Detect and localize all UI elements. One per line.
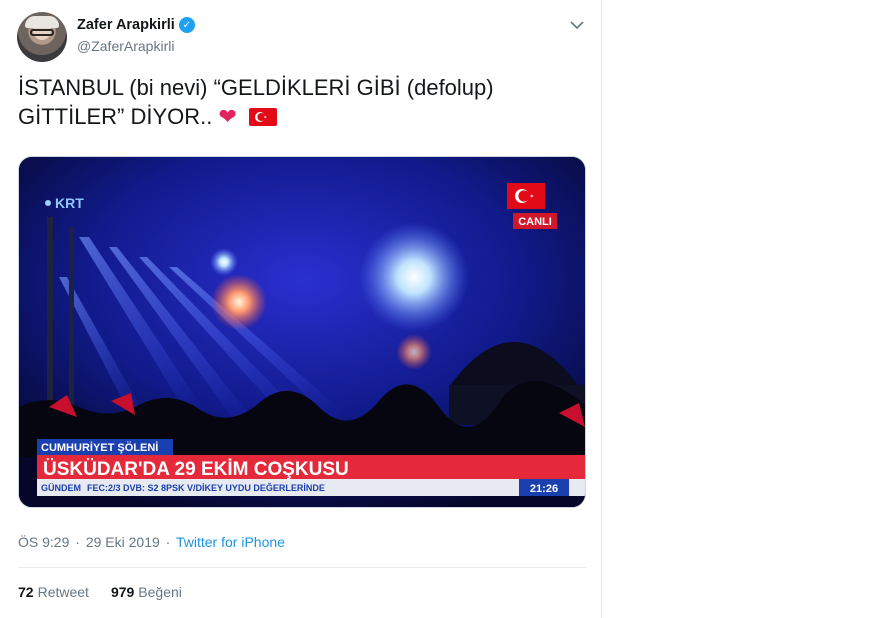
- verified-badge-icon: ✓: [178, 17, 195, 33]
- tweet-date[interactable]: 29 Eki 2019: [86, 534, 160, 550]
- program-label: CUMHURİYET ŞÖLENİ: [41, 441, 158, 454]
- tweet-card: Zafer Arapkirli ✓ @ZaferArapkirli İSTANB…: [0, 0, 602, 618]
- headline-text: ÜSKÜDAR'DA 29 EKİM COŞKUSU: [43, 459, 349, 480]
- likes-count: 979: [110, 584, 135, 600]
- tweet-source-link[interactable]: Twitter for iPhone: [176, 534, 285, 550]
- firework-burst-red: [211, 274, 267, 330]
- channel-logo-text: KRT: [55, 195, 84, 211]
- retweets-label: Retweet: [37, 584, 89, 600]
- firework-burst-low: [396, 334, 432, 370]
- likes-label: Beğeni: [138, 584, 182, 600]
- tweet-stats: 72 Retweet 979 Beğeni: [18, 584, 182, 600]
- tweet-text: İSTANBUL (bi nevi) “GELDİKLERİ GİBİ (def…: [18, 73, 578, 131]
- avatar[interactable]: [17, 12, 67, 62]
- tweet-media-image[interactable]: KRT CANLI CUMHURİYET ŞÖLENİ ÜSKÜDAR'DA 2…: [18, 156, 586, 508]
- live-badge-text: CANLI: [518, 216, 552, 228]
- meta-separator-2: ·: [165, 534, 171, 550]
- broadcast-clock: 21:26: [530, 483, 558, 495]
- light-tower-right: [69, 227, 74, 417]
- avatar-glasses: [30, 29, 54, 36]
- tweet-time[interactable]: ÖS 9:29: [18, 534, 69, 550]
- firework-burst-large: [359, 222, 469, 332]
- author-handle[interactable]: @ZaferArapkirli: [77, 38, 174, 54]
- tweet-text-line-2-text: GİTTİLER” DİYOR..: [18, 104, 213, 129]
- meta-separator: ·: [75, 534, 80, 550]
- tweet-text-line-2: GİTTİLER” DİYOR.. ❤: [18, 102, 578, 131]
- retweets-count: 72: [18, 584, 34, 600]
- tweet-meta: ÖS 9:29 · 29 Eki 2019 · Twitter for iPho…: [18, 534, 285, 550]
- chevron-down-icon[interactable]: [566, 14, 588, 36]
- ticker-prefix: GÜNDEM: [41, 483, 81, 493]
- divider: [18, 567, 586, 568]
- heart-emoji-icon: ❤: [218, 104, 237, 129]
- author-name-row[interactable]: Zafer Arapkirli ✓: [77, 17, 195, 33]
- avatar-hair: [25, 16, 59, 28]
- turkey-flag-icon: [249, 108, 278, 126]
- ticker-text: FEC:2/3 DVB: S2 8PSK V/DİKEY UYDU DEĞERL…: [87, 482, 325, 493]
- firework-burst-small: [210, 248, 238, 276]
- likes-stat[interactable]: 979 Beğeni: [111, 584, 182, 600]
- tweet-text-line-1: İSTANBUL (bi nevi) “GELDİKLERİ GİBİ (def…: [18, 75, 494, 100]
- light-tower-left: [47, 217, 53, 417]
- retweets-stat[interactable]: 72 Retweet: [18, 584, 89, 600]
- author-display-name[interactable]: Zafer Arapkirli: [77, 17, 175, 33]
